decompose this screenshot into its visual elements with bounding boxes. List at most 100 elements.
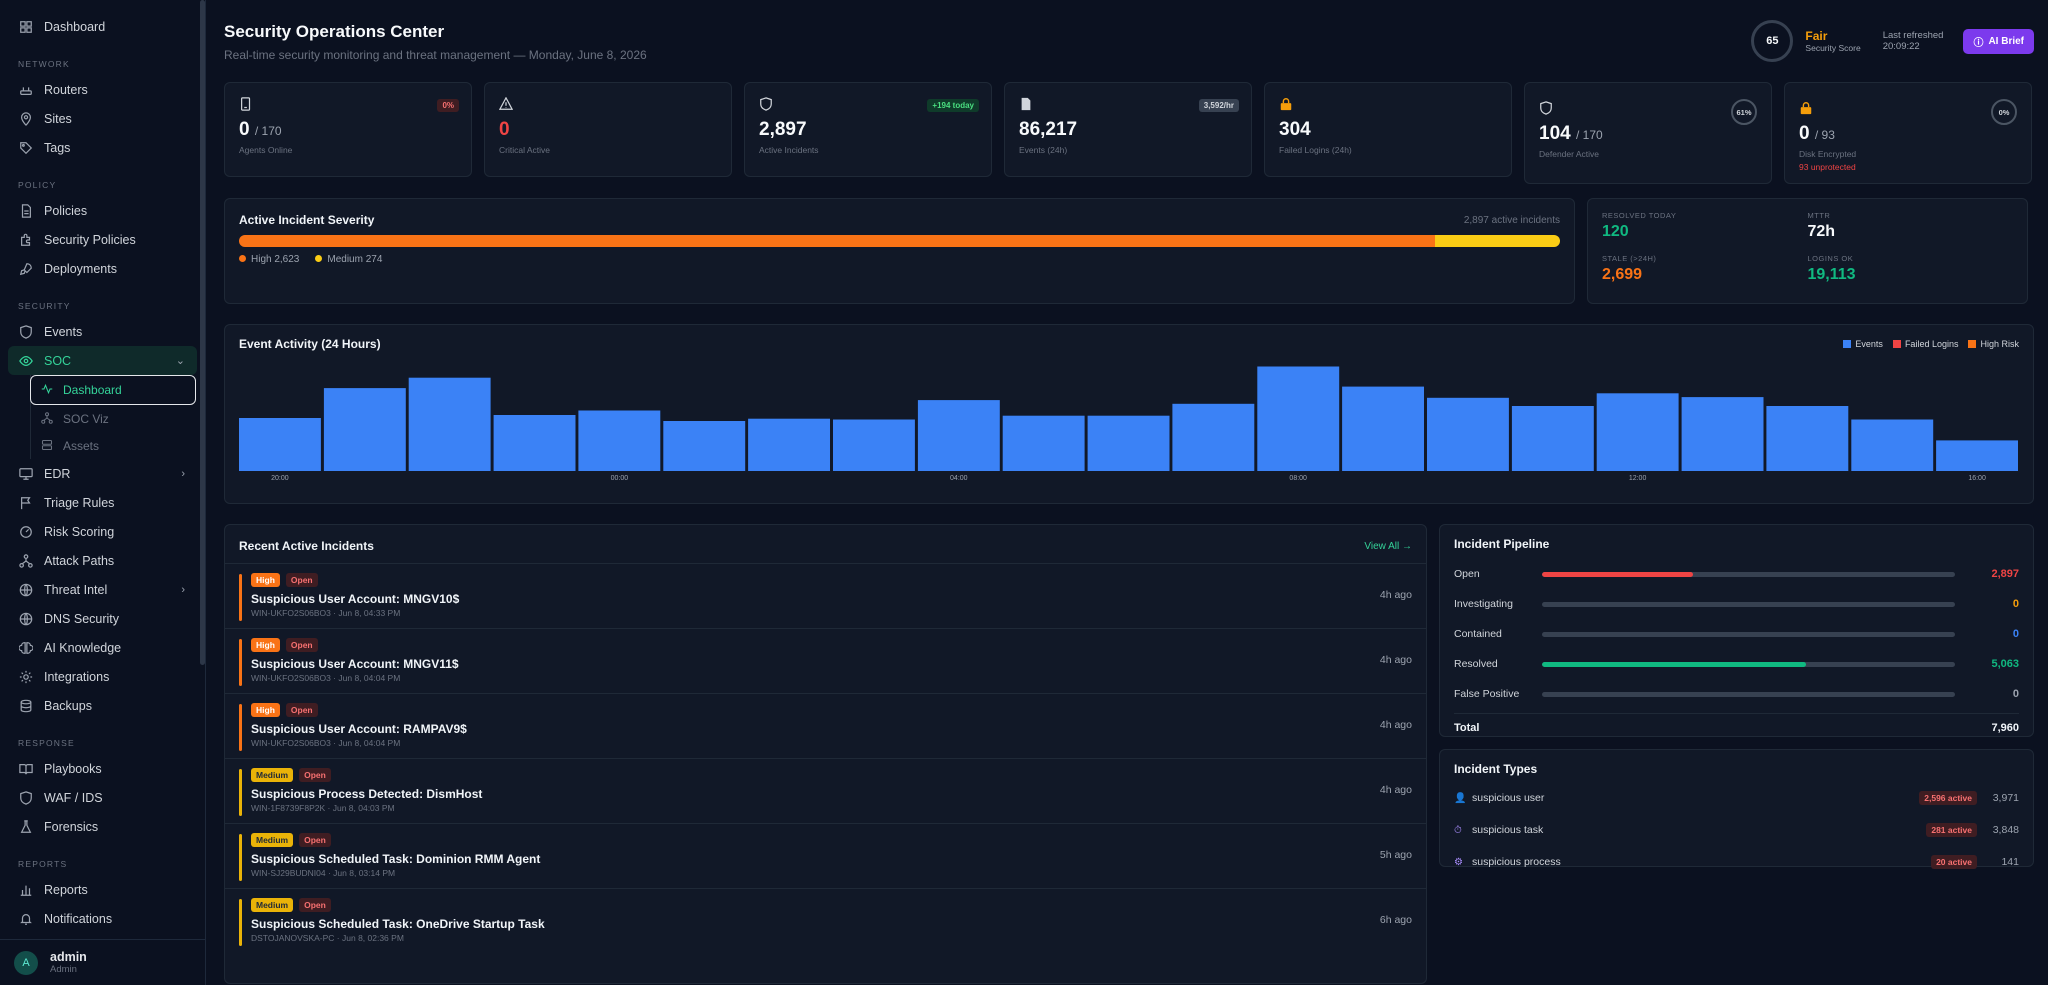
- incident-type-active: 2,596 active: [1919, 791, 1977, 805]
- sidebar-item-reports[interactable]: Reports: [8, 875, 197, 904]
- sidebar-item-label: Deployments: [44, 261, 117, 276]
- incident-row[interactable]: High Open Suspicious User Account: RAMPAV9…: [225, 693, 1426, 758]
- sidebar-item-deployments[interactable]: Deployments: [8, 254, 197, 283]
- bar-15:00[interactable]: [1851, 419, 1934, 472]
- bar-13:00[interactable]: [1681, 397, 1764, 471]
- bar-12:00[interactable]: [1596, 393, 1679, 471]
- sidebar-item-backups[interactable]: Backups: [8, 691, 197, 720]
- incident-row[interactable]: Medium Open Suspicious Scheduled Task: Dom…: [225, 823, 1426, 888]
- sidebar-subitem-soc-viz[interactable]: SOC Viz: [31, 405, 197, 432]
- kpi-card-active-incidents[interactable]: 2,897 Active Incidents +194 today: [744, 82, 992, 177]
- sidebar-item-soc[interactable]: SOC ⌄: [8, 346, 197, 375]
- bar-22:00[interactable]: [408, 377, 491, 471]
- ai-brief-button[interactable]: ⓘ AI Brief: [1963, 28, 2034, 54]
- sidebar-item-attack-paths[interactable]: Attack Paths: [8, 546, 197, 575]
- kpi-card-agents-online[interactable]: 0 / 170 Agents Online 0%: [224, 82, 472, 177]
- sidebar-item-risk-scoring[interactable]: Risk Scoring: [8, 517, 197, 546]
- sidebar-item-notifications[interactable]: Notifications: [8, 904, 197, 933]
- sidebar-item-label: Sites: [44, 111, 72, 126]
- sidebar-item-label: Tags: [44, 140, 71, 155]
- bar-20:00[interactable]: [239, 418, 321, 471]
- kpi-total: / 93: [1814, 128, 1835, 142]
- bar-23:00[interactable]: [493, 415, 576, 471]
- sidebar-item-routers[interactable]: Routers: [8, 75, 197, 104]
- sidebar-item-label: Forensics: [44, 819, 99, 834]
- sidebar-item-ai-knowledge[interactable]: AI Knowledge: [8, 633, 197, 662]
- bar-21:00[interactable]: [323, 388, 406, 471]
- sidebar-item-dns-security[interactable]: DNS Security: [8, 604, 197, 633]
- rocket-icon: [18, 261, 34, 277]
- view-all-link[interactable]: View All →: [1364, 541, 1412, 552]
- security-score-label: Fair: [1805, 29, 1828, 43]
- kpi-card-failed-logins-24h[interactable]: 304 Failed Logins (24h): [1264, 82, 1512, 177]
- sidebar-item-triage-rules[interactable]: Triage Rules: [8, 488, 197, 517]
- sidebar-item-events[interactable]: Events: [8, 317, 197, 346]
- severity-bar-medium: [1435, 235, 1560, 247]
- incident-type-row[interactable]: ⚙ suspicious process 20 active 141: [1454, 846, 2019, 878]
- bar-06:00[interactable]: [1087, 415, 1170, 471]
- pipeline-row-open[interactable]: Open 2,897: [1454, 559, 2019, 589]
- sidebar-item-waf-ids[interactable]: WAF / IDS: [8, 783, 197, 812]
- pipeline-row-resolved[interactable]: Resolved 5,063: [1454, 649, 2019, 679]
- sidebar-item-policies[interactable]: Policies: [8, 196, 197, 225]
- user-name: admin: [50, 950, 87, 964]
- legend-failed-logins[interactable]: Failed Logins: [1892, 339, 1958, 349]
- bar-05:00[interactable]: [1002, 415, 1085, 471]
- kpi-card-critical-active[interactable]: 0 Critical Active: [484, 82, 732, 177]
- kpi-label: Failed Logins (24h): [1279, 145, 1352, 155]
- sidebar-item-dashboard[interactable]: Dashboard: [8, 12, 197, 41]
- incident-name: Suspicious Process Detected: DismHost: [251, 787, 483, 801]
- kpi-card-disk-encrypted[interactable]: 0 / 93 Disk Encrypted 93 unprotected 0%: [1784, 82, 2032, 184]
- sidebar-item-security-policies[interactable]: Security Policies: [8, 225, 197, 254]
- sidebar-item-edr[interactable]: EDR ›: [8, 459, 197, 488]
- incident-name: Suspicious User Account: MNGV10$: [251, 592, 460, 606]
- sidebar-scrollbar[interactable]: [200, 0, 205, 665]
- sidebar-item-forensics[interactable]: Forensics: [8, 812, 197, 841]
- incident-type-row[interactable]: ⏱ suspicious task 281 active 3,848: [1454, 814, 2019, 846]
- sidebar-item-playbooks[interactable]: Playbooks: [8, 754, 197, 783]
- legend-high-risk[interactable]: High Risk: [1968, 339, 2019, 349]
- severity-badge: High: [251, 638, 280, 652]
- legend-events[interactable]: Events: [1843, 339, 1883, 349]
- bar-01:00[interactable]: [663, 421, 746, 471]
- bar-02:00[interactable]: [748, 418, 830, 471]
- sidebar-item-tags[interactable]: Tags: [8, 133, 197, 162]
- incident-row[interactable]: High Open Suspicious User Account: MNGV11$…: [225, 628, 1426, 693]
- sidebar-item-label: AI Knowledge: [44, 640, 122, 655]
- kpi-card-defender-active[interactable]: 104 / 170 Defender Active 61%: [1524, 82, 1772, 184]
- bar-03:00[interactable]: [833, 419, 915, 472]
- incident-type-row[interactable]: 👤 suspicious user 2,596 active 3,971: [1454, 782, 2019, 814]
- severity-card: Active Incident Severity 2,897 active in…: [224, 198, 1575, 304]
- sidebar-item-threat-intel[interactable]: Threat Intel ›: [8, 575, 197, 604]
- bar-09:00[interactable]: [1342, 386, 1424, 471]
- bar-14:00[interactable]: [1766, 406, 1849, 471]
- sidebar-item-integrations[interactable]: Integrations: [8, 662, 197, 691]
- incident-row[interactable]: Medium Open Suspicious Process Detected: D…: [225, 758, 1426, 823]
- sidebar-item-label: SOC: [44, 353, 72, 368]
- chevron-right-icon: ›: [181, 583, 185, 596]
- pipeline-row-contained[interactable]: Contained 0: [1454, 619, 2019, 649]
- sidebar: Dashboard NETWORK Routers Sites Tags POLICY Po…: [0, 0, 206, 985]
- sidebar-item-label: Policies: [44, 203, 88, 218]
- incident-row[interactable]: Medium Open Suspicious Scheduled Task: One…: [225, 888, 1426, 953]
- file-icon: [18, 203, 34, 219]
- sidebar-item-sites[interactable]: Sites: [8, 104, 197, 133]
- bar-04:00[interactable]: [917, 400, 1000, 471]
- status-badge: Open: [299, 898, 331, 912]
- bar-11:00[interactable]: [1511, 406, 1594, 471]
- pipeline-row-investigating[interactable]: Investigating 0: [1454, 589, 2019, 619]
- bar-10:00[interactable]: [1427, 397, 1509, 471]
- pipeline-label: Investigating: [1454, 598, 1513, 610]
- sidebar-subitem-assets[interactable]: Assets: [31, 432, 197, 459]
- bar-08:00[interactable]: [1257, 366, 1340, 472]
- kpi-label: Critical Active: [499, 145, 551, 155]
- kpi-card-events-24h[interactable]: 86,217 Events (24h) 3,592/hr: [1004, 82, 1252, 177]
- monitor-icon: [18, 466, 34, 482]
- pipeline-row-false-positive[interactable]: False Positive 0: [1454, 679, 2019, 709]
- bar-16:00[interactable]: [1936, 440, 2018, 471]
- bar-00:00[interactable]: [578, 410, 661, 472]
- user-profile[interactable]: A admin Admin: [0, 939, 205, 985]
- incident-row[interactable]: High Open Suspicious User Account: MNGV10$…: [225, 563, 1426, 628]
- sidebar-subitem-dashboard[interactable]: Dashboard: [30, 375, 196, 405]
- bar-07:00[interactable]: [1172, 403, 1255, 471]
